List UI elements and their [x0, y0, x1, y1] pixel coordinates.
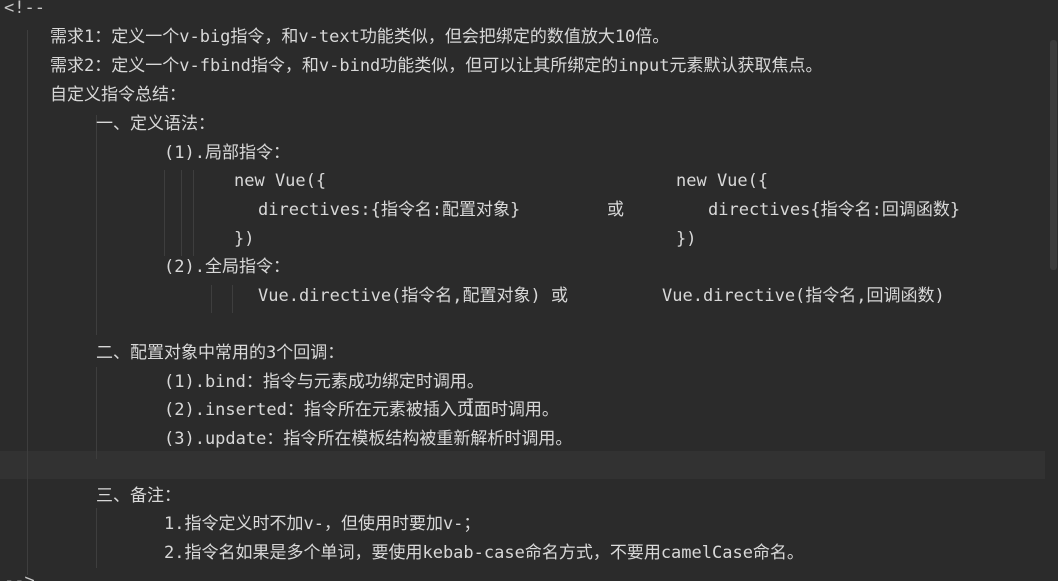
code-new-vue-right: new Vue({ — [676, 171, 769, 191]
comment-open: <!-- — [4, 0, 45, 18]
section-2-heading: 二、配置对象中常用的3个回调： — [96, 343, 345, 363]
code-line: <!-- — [0, 0, 1040, 22]
code-editor[interactable]: <!-- 需求1：定义一个v-big指令，和v-text功能类似，但会把绑定的数… — [0, 0, 1058, 581]
code-vue-directive-callback: Vue.directive(指令名,回调函数) — [662, 286, 945, 306]
comment-close: --> — [4, 571, 35, 581]
code-line: 需求2：定义一个v-fbind指令，和v-bind功能类似，但可以让其所绑定的i… — [0, 52, 1040, 80]
code-line: 自定义指令总结： — [0, 81, 1040, 109]
section-3-heading: 三、备注： — [96, 486, 181, 506]
code-close-left: }) — [234, 229, 255, 249]
code-close-right: }) — [676, 229, 697, 249]
bind-callback-text: (1).bind：指令与元素成功绑定时调用。 — [164, 372, 484, 392]
code-line: (2).inserted：指令所在元素被插入页面时调用。 — [0, 396, 1040, 424]
code-line: 1.指令定义时不加v-，但使用时要加v-； — [0, 510, 1040, 538]
code-line: 一、定义语法： — [0, 110, 1040, 138]
code-line: 2.指令名如果是多个单词，要使用kebab-case命名方式，不要用camelC… — [0, 539, 1040, 567]
code-line: (3).update：指令所在模板结构被重新解析时调用。 — [0, 425, 1040, 453]
code-line: 二、配置对象中常用的3个回调： — [0, 339, 1040, 367]
current-line-highlight — [0, 451, 1045, 479]
code-vue-directive-config: Vue.directive(指令名,配置对象) 或 — [258, 286, 568, 306]
local-directive-heading: (1).局部指令： — [164, 143, 290, 163]
code-line: 三、备注： — [0, 482, 1040, 510]
code-line: (1).局部指令： — [0, 139, 1040, 167]
i-beam-cursor-icon — [466, 398, 474, 418]
code-directives-callback: directives{指令名:回调函数} — [708, 200, 961, 220]
summary-heading: 自定义指令总结： — [50, 85, 186, 105]
update-callback-text: (3).update：指令所在模板结构被重新解析时调用。 — [164, 429, 573, 449]
requirement-2-text: 需求2：定义一个v-fbind指令，和v-bind功能类似，但可以让其所绑定的i… — [50, 56, 823, 76]
code-line: directives:{指令名:配置对象} 或 directives{指令名:回… — [0, 196, 1040, 224]
global-directive-heading: (2).全局指令： — [164, 257, 290, 277]
inserted-callback-text: (2).inserted：指令所在元素被插入页面时调用。 — [164, 400, 559, 420]
scrollbar-thumb[interactable] — [1050, 40, 1057, 270]
code-line: --> — [0, 567, 1040, 581]
code-new-vue-left: new Vue({ — [234, 171, 327, 191]
code-line: (1).bind：指令与元素成功绑定时调用。 — [0, 368, 1040, 396]
code-line: }) }) — [0, 225, 1040, 253]
code-line: Vue.directive(指令名,配置对象) 或 Vue.directive(… — [0, 282, 1040, 310]
note-1-text: 1.指令定义时不加v-，但使用时要加v-； — [164, 514, 481, 534]
or-text: 或 — [607, 200, 624, 220]
code-line: (2).全局指令： — [0, 253, 1040, 281]
requirement-1-text: 需求1：定义一个v-big指令，和v-text功能类似，但会把绑定的数值放大10… — [50, 27, 670, 47]
code-line: 需求1：定义一个v-big指令，和v-text功能类似，但会把绑定的数值放大10… — [0, 23, 1040, 51]
note-2-text: 2.指令名如果是多个单词，要使用kebab-case命名方式，不要用camelC… — [164, 543, 804, 563]
code-directives-config: directives:{指令名:配置对象} — [258, 200, 521, 220]
vertical-scrollbar[interactable] — [1048, 0, 1058, 581]
code-line: new Vue({ new Vue({ — [0, 167, 1040, 195]
section-1-heading: 一、定义语法： — [96, 114, 215, 134]
